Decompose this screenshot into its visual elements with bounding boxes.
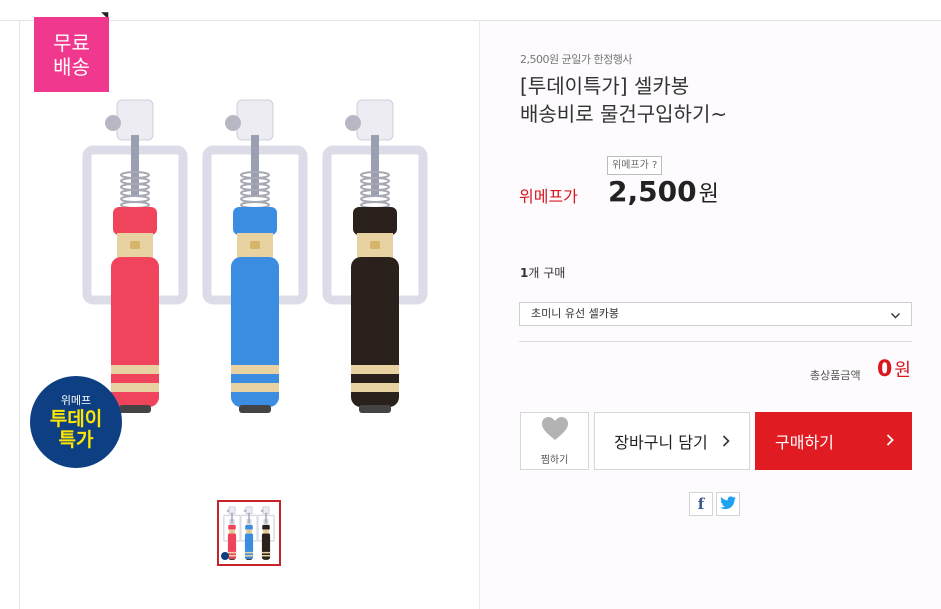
- selfie-stick-image: [257, 506, 275, 561]
- option-selected-value: 초미니 유선 셀카봉: [531, 307, 619, 320]
- selfie-stick-image: [240, 506, 258, 561]
- panel-divider: [479, 20, 480, 609]
- product-image: [82, 99, 428, 413]
- total-price-label: 총상품금액: [810, 369, 861, 382]
- option-select[interactable]: 초미니 유선 셀카봉: [519, 302, 912, 326]
- selfie-stick-image: [223, 506, 241, 561]
- price-value: 2,500원: [608, 174, 719, 213]
- selfie-stick-image: [202, 99, 308, 413]
- price-number: 2,500: [608, 175, 697, 208]
- heart-icon: [541, 416, 569, 447]
- total-price-number: 0: [877, 357, 893, 382]
- free-shipping-line1: 무료: [53, 30, 90, 55]
- quantity-text: 1개 구매: [520, 264, 565, 281]
- price-unit: 원: [698, 182, 719, 207]
- today-special-badge: 위메프 투데이 특가: [30, 376, 122, 468]
- twitter-share-button[interactable]: [716, 492, 740, 516]
- total-price-value: 0원: [877, 356, 911, 382]
- chevron-down-icon: [890, 306, 901, 328]
- thumbnail-image: [221, 506, 275, 561]
- free-shipping-badge: 무료 배송: [34, 17, 109, 92]
- quantity-suffix: 개 구매: [528, 266, 566, 280]
- price-label: 위메프가: [519, 187, 578, 206]
- product-title: [투데이특가] 셀카봉 배송비로 물건구입하기~: [520, 72, 900, 128]
- today-badge-line2: 특가: [58, 428, 94, 451]
- thumbnail-badge-dot: [221, 552, 229, 560]
- price-help-tooltip[interactable]: 위메프가 ?: [607, 156, 663, 175]
- option-divider: [519, 341, 912, 342]
- product-thumbnail[interactable]: [217, 500, 281, 566]
- facebook-share-button[interactable]: f: [689, 492, 713, 516]
- chevron-right-icon: [886, 431, 894, 450]
- today-badge-line1: 투데이: [49, 407, 103, 430]
- cart-label: 장바구니 담기: [614, 433, 708, 452]
- buy-now-button[interactable]: 구매하기: [755, 412, 912, 470]
- add-to-cart-button[interactable]: 장바구니 담기: [594, 412, 750, 470]
- product-subtitle: 2,500원 균일가 한정행사: [520, 53, 632, 66]
- total-price-unit: 원: [894, 360, 911, 381]
- chevron-right-icon: [722, 432, 730, 451]
- buy-label: 구매하기: [775, 433, 834, 452]
- today-badge-brand: 위메프: [60, 393, 92, 407]
- frame-left-border: [19, 20, 20, 609]
- product-title-line1: [투데이특가] 셀카봉: [520, 74, 690, 98]
- wish-label: 찜하기: [540, 455, 569, 466]
- selfie-stick-image: [322, 99, 428, 413]
- facebook-icon: f: [697, 495, 705, 513]
- twitter-icon: [720, 495, 736, 514]
- selfie-stick-image: [82, 99, 188, 413]
- free-shipping-line2: 배송: [53, 54, 90, 79]
- product-title-line2: 배송비로 물건구입하기~: [520, 102, 728, 126]
- wish-button[interactable]: 찜하기: [520, 412, 589, 470]
